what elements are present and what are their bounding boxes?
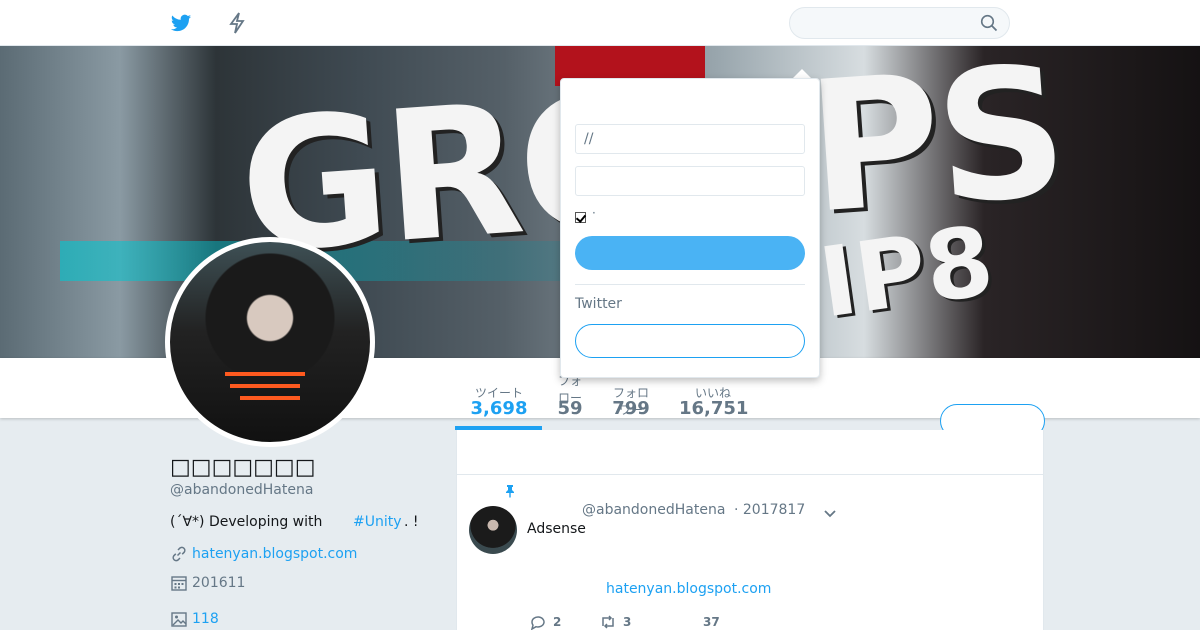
calendar-icon (171, 576, 187, 591)
like-count: 37 (703, 615, 720, 629)
remember-me-label: · (592, 206, 596, 220)
stat-label: いいね (694, 386, 731, 400)
chevron-down-icon[interactable] (823, 506, 837, 520)
tweet-link[interactable]: hatenyan.blogspot.com (606, 581, 771, 597)
twitter-bird-icon[interactable] (170, 12, 192, 34)
moments-bolt-icon[interactable] (228, 12, 246, 34)
timeline-header (457, 430, 1043, 475)
pin-icon (506, 485, 514, 498)
tweet-avatar[interactable] (469, 506, 517, 554)
link-icon (172, 546, 186, 562)
profile-avatar[interactable] (165, 237, 375, 447)
avatar-stripe (240, 396, 300, 400)
timeline: @abandonedHatena · 2017817 Adsense haten… (456, 430, 1044, 630)
search-icon[interactable] (980, 14, 998, 32)
retweet-icon[interactable] (599, 614, 617, 630)
stat-value: 3,698 (470, 398, 528, 419)
profile-media-count[interactable]: 118 (192, 611, 219, 627)
profile-media-row[interactable]: 118 (170, 610, 219, 628)
stat-value: 799 (612, 398, 650, 419)
reply-count: 2 (553, 615, 562, 629)
tweet-date[interactable]: · 2017817 (734, 502, 805, 518)
stat-following[interactable]: フォロー 59 (555, 372, 585, 419)
signup-button[interactable] (575, 324, 805, 358)
stat-value: 59 (557, 398, 583, 419)
profile-handle[interactable]: @abandonedHatena (170, 482, 313, 498)
profile-joined-row: 201611 (170, 574, 245, 592)
tweet-actions: 2 3 37 (529, 614, 720, 630)
avatar-stripe (230, 384, 300, 388)
stat-tweets[interactable]: ツイート 3,698 (470, 384, 528, 419)
profile-website-row: hatenyan.blogspot.com (170, 545, 357, 563)
signup-prompt: Twitter (575, 296, 622, 312)
banner-text-sub: IP8 (813, 204, 1000, 340)
remember-me-checkbox[interactable] (575, 212, 586, 223)
stat-value: 16,751 (679, 398, 749, 419)
retweet-count: 3 (623, 615, 632, 629)
stat-likes[interactable]: いいね 16,751 (679, 384, 749, 419)
profile-name: □□□□□□□ (170, 455, 316, 480)
stat-label: ツイート (474, 386, 523, 400)
login-dropdown: · Twitter (560, 78, 820, 378)
bio-hashtag-link[interactable]: #Unity (353, 514, 402, 530)
top-nav-bar (0, 0, 1200, 46)
login-button[interactable] (575, 236, 805, 270)
bio-ending: . ! (404, 514, 419, 530)
avatar-stripe (225, 372, 305, 376)
image-icon (171, 612, 187, 627)
profile-joined-date: 201611 (192, 575, 246, 591)
profile-website-link[interactable]: hatenyan.blogspot.com (192, 546, 357, 562)
reply-icon[interactable] (529, 614, 547, 630)
password-field[interactable] (575, 166, 805, 196)
search-input[interactable] (789, 7, 1010, 39)
tweet-handle[interactable]: @abandonedHatena (582, 502, 725, 518)
dropdown-divider (575, 284, 805, 285)
stat-followers[interactable]: フォロワー 799 (612, 384, 650, 419)
username-field[interactable] (575, 124, 805, 154)
stat-label: フォロワー (612, 386, 649, 417)
profile-bio: (´∀*) Developing with (170, 514, 323, 530)
tweet-text: Adsense (527, 521, 586, 537)
